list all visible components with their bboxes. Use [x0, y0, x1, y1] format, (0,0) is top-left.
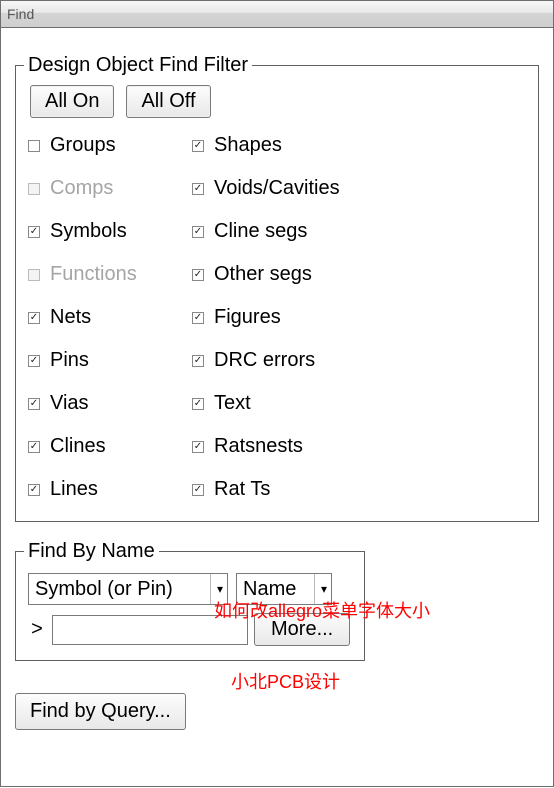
checkbox-figures[interactable]: ✓ Figures	[192, 306, 392, 329]
all-off-button[interactable]: All Off	[126, 85, 210, 118]
checkbox-label: Groups	[50, 134, 116, 157]
checkbox-box-icon: ✓	[28, 398, 40, 410]
checkbox-label: Shapes	[214, 134, 282, 157]
checkbox-box-icon: ✓	[28, 441, 40, 453]
checkbox-drc-errors[interactable]: ✓ DRC errors	[192, 349, 392, 372]
checkbox-box-icon: ✓	[192, 140, 204, 152]
panel-body: Design Object Find Filter All On All Off…	[0, 28, 554, 787]
find-name-input[interactable]	[52, 615, 248, 645]
checkbox-other-segs[interactable]: ✓ Other segs	[192, 263, 392, 286]
window-titlebar: Find	[0, 0, 554, 28]
checkbox-voids-cavities[interactable]: ✓ Voids/Cavities	[192, 177, 392, 200]
checkbox-box-icon: ✓	[28, 484, 40, 496]
all-on-button[interactable]: All On	[30, 85, 114, 118]
checkbox-label: Functions	[50, 263, 137, 286]
checkbox-nets[interactable]: ✓ Nets	[28, 306, 188, 329]
checkbox-box-icon: ✓	[192, 484, 204, 496]
annotation-text: 小北PCB设计	[231, 668, 340, 694]
type-select-value: Symbol (or Pin)	[35, 578, 173, 601]
checkbox-label: Ratsnests	[214, 435, 303, 458]
chevron-down-icon: ▾	[314, 574, 327, 604]
checkbox-rat-ts[interactable]: ✓ Rat Ts	[192, 478, 392, 501]
checkbox-box-icon: ✓	[28, 312, 40, 324]
checkbox-vias[interactable]: ✓ Vias	[28, 392, 188, 415]
checkbox-box-icon: ✓	[192, 269, 204, 281]
chevron-down-icon: ▾	[210, 574, 223, 604]
checkbox-box-icon: ✓	[28, 355, 40, 367]
find-by-name-legend: Find By Name	[24, 540, 159, 563]
window-title: Find	[7, 6, 34, 22]
checkbox-clines[interactable]: ✓ Clines	[28, 435, 188, 458]
checkbox-label: Comps	[50, 177, 113, 200]
field-select[interactable]: Name ▾	[236, 573, 332, 605]
checkbox-box-icon: ✓	[192, 355, 204, 367]
checkbox-label: Rat Ts	[214, 478, 270, 501]
find-by-name-group: Find By Name Symbol (or Pin) ▾ Name ▾ > …	[15, 540, 365, 661]
checkbox-shapes[interactable]: ✓ Shapes	[192, 134, 392, 157]
checkbox-groups[interactable]: Groups	[28, 134, 188, 157]
find-by-query-button[interactable]: Find by Query...	[15, 693, 186, 730]
checkbox-cline-segs[interactable]: ✓ Cline segs	[192, 220, 392, 243]
checkbox-box-icon: ✓	[192, 398, 204, 410]
checkbox-box-icon	[28, 183, 40, 195]
checkbox-label: Cline segs	[214, 220, 307, 243]
checkbox-comps: Comps	[28, 177, 188, 200]
checkbox-box-icon: ✓	[192, 226, 204, 238]
field-select-value: Name	[243, 578, 296, 601]
checkbox-box-icon: ✓	[192, 183, 204, 195]
checkbox-ratsnests[interactable]: ✓ Ratsnests	[192, 435, 392, 458]
filter-legend: Design Object Find Filter	[24, 54, 252, 77]
checkbox-pins[interactable]: ✓ Pins	[28, 349, 188, 372]
checkbox-text[interactable]: ✓ Text	[192, 392, 392, 415]
checkbox-box-icon: ✓	[192, 441, 204, 453]
more-button[interactable]: More...	[254, 613, 350, 646]
checkbox-label: Symbols	[50, 220, 127, 243]
checkbox-label: Figures	[214, 306, 281, 329]
checkbox-label: Other segs	[214, 263, 312, 286]
prompt-label: >	[28, 618, 46, 641]
checkbox-label: Vias	[50, 392, 89, 415]
type-select[interactable]: Symbol (or Pin) ▾	[28, 573, 228, 605]
checkbox-functions: Functions	[28, 263, 188, 286]
checkbox-label: Pins	[50, 349, 89, 372]
checkbox-box-icon	[28, 269, 40, 281]
checkbox-box-icon: ✓	[192, 312, 204, 324]
checkbox-label: Voids/Cavities	[214, 177, 340, 200]
checkbox-label: Nets	[50, 306, 91, 329]
checkbox-lines[interactable]: ✓ Lines	[28, 478, 188, 501]
checkbox-box-icon: ✓	[28, 226, 40, 238]
checkbox-label: DRC errors	[214, 349, 315, 372]
design-object-find-filter-group: Design Object Find Filter All On All Off…	[15, 54, 539, 522]
checkbox-label: Text	[214, 392, 251, 415]
checkbox-label: Lines	[50, 478, 98, 501]
checkbox-symbols[interactable]: ✓ Symbols	[28, 220, 188, 243]
checkbox-box-icon	[28, 140, 40, 152]
checkbox-label: Clines	[50, 435, 106, 458]
